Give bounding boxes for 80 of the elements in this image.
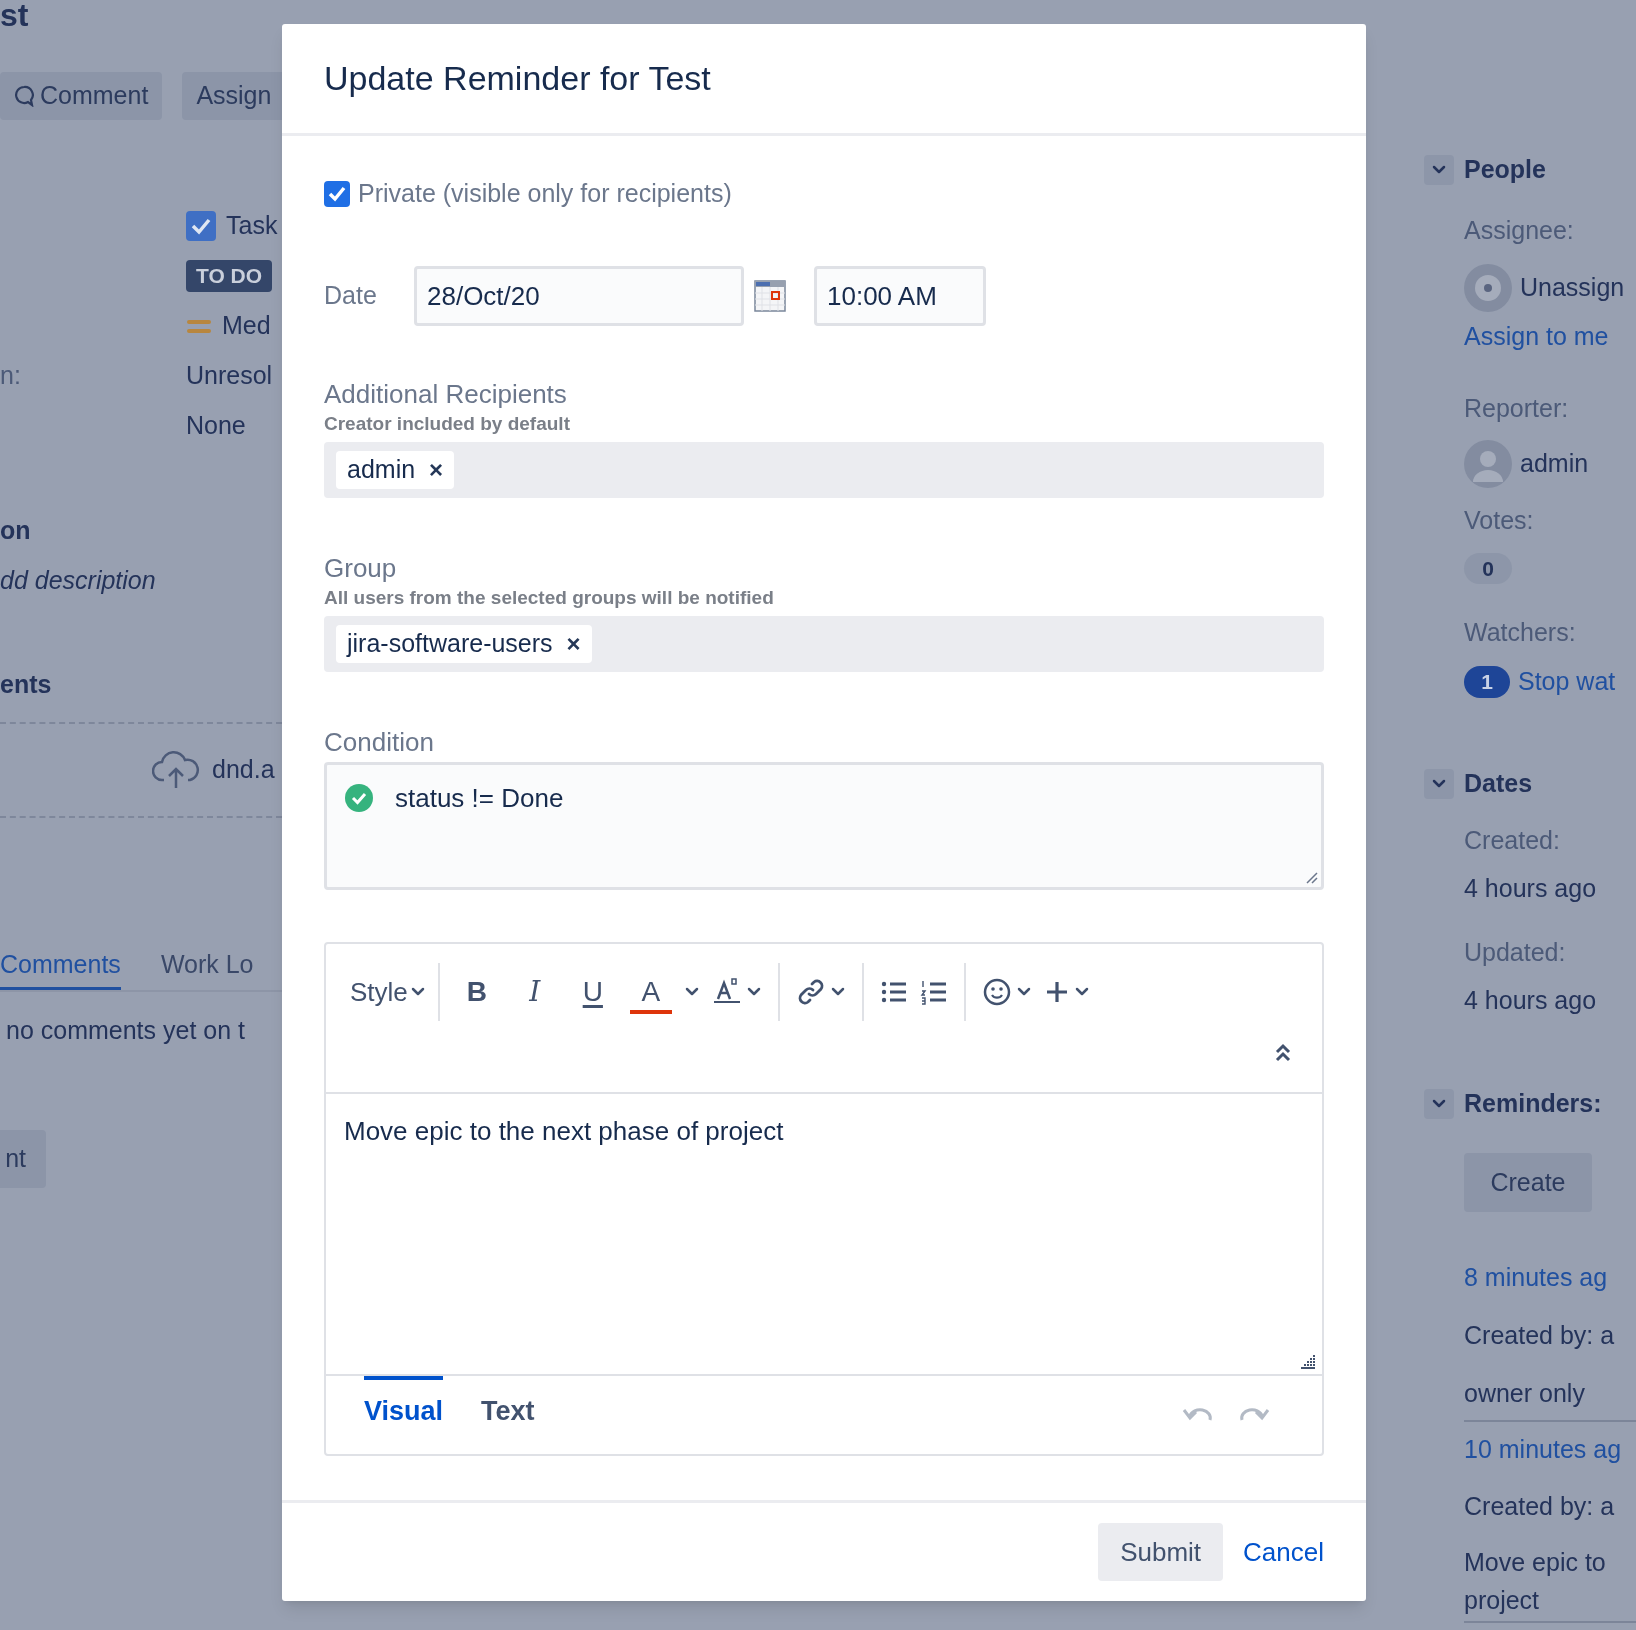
editor-mode-tab[interactable]: Visual [364, 1376, 444, 1434]
status-lozenge: TO DO [186, 260, 273, 292]
resize-handle-icon [1304, 870, 1318, 884]
user-avatar-icon [1464, 440, 1512, 488]
speech-bubble-icon [14, 85, 34, 107]
comment-button[interactable]: nt [0, 1130, 46, 1188]
tag-label: admin [347, 454, 416, 486]
cancel-link[interactable]: Cancel [1243, 1523, 1324, 1581]
unassigned-avatar-icon [1464, 264, 1512, 312]
submit-button[interactable]: Submit [1098, 1523, 1224, 1581]
field-label: Additional Recipients [324, 378, 568, 411]
create-reminder-button[interactable]: Create [1464, 1153, 1592, 1212]
remove-tag-button[interactable]: × [429, 458, 444, 482]
date-value: 4 hours ago [1464, 985, 1598, 1016]
field-label: Reporter: [1464, 393, 1570, 424]
watcher-count: 1 [1464, 666, 1510, 698]
task-type-icon [186, 211, 216, 241]
editor-mode-tab[interactable]: Text [481, 1376, 535, 1434]
condition-text: status != Done [395, 782, 564, 814]
page-title: st [0, 0, 30, 30]
reminder-text: owner only [1464, 1378, 1586, 1409]
toolbar-button[interactable]: Assign [182, 72, 282, 120]
checkbox-label: Private (visible only for recipients) [358, 178, 732, 210]
italic-button[interactable]: I [513, 970, 556, 1014]
remove-tag-button[interactable]: × [566, 632, 581, 656]
date-field[interactable]: 28/Oct/20 [414, 266, 744, 326]
field-label: Updated: [1464, 937, 1567, 968]
bold-button[interactable]: B [455, 970, 498, 1014]
field-label: Votes: [1464, 505, 1535, 536]
field-label: Created: [1464, 825, 1561, 856]
vote-count: 0 [1464, 553, 1512, 584]
assignee-name: Unassign [1520, 272, 1625, 304]
reminder-text: Move epic to project [1464, 1547, 1607, 1616]
resize-handle-icon [1300, 1354, 1316, 1370]
double-chevron-up-icon [1274, 1042, 1292, 1064]
section-toggle[interactable] [1424, 1089, 1454, 1119]
time-field[interactable]: 10:00 AM [814, 266, 986, 326]
checkmark-icon [328, 186, 346, 202]
section-heading: People [1464, 154, 1546, 186]
section-heading: Reminders: [1464, 1088, 1602, 1120]
comment-button[interactable]: Comment [0, 72, 163, 120]
text-color-button[interactable]: A [629, 970, 672, 1014]
editor-text: Move epic to the next phase of project [344, 1115, 785, 1148]
section-toggle[interactable] [1424, 155, 1454, 185]
section-heading: ents [0, 669, 53, 700]
drop-zone-text: dnd.a [212, 754, 275, 786]
smiley-icon [981, 977, 1012, 1007]
tag-input-field[interactable]: jira-software-users × [324, 616, 1324, 672]
priority-value: Med [222, 310, 271, 342]
field-value: None [186, 410, 246, 442]
date-value: 4 hours ago [1464, 873, 1598, 904]
issue-type: Task [226, 210, 278, 242]
help-text: All users from the selected groups will be notified [324, 586, 775, 610]
style-dropdown[interactable]: Style [348, 970, 428, 1014]
numbered-list-icon [919, 979, 948, 1005]
field-value: Unresol [186, 360, 273, 392]
reminder-creator: Created by: a [1464, 1320, 1616, 1351]
tag-input-field[interactable]: admin × [324, 442, 1324, 498]
cloud-upload-icon [152, 750, 200, 790]
section-heading: on [0, 515, 32, 546]
tag-label: jira-software-users [347, 628, 553, 660]
section-toggle[interactable] [1424, 769, 1454, 799]
underline-button[interactable]: U [571, 970, 614, 1014]
help-text: Creator included by default [324, 412, 571, 436]
section-heading: Dates [1464, 768, 1533, 800]
dialog-title: Update Reminder for Test [324, 58, 711, 99]
calendar-icon [754, 280, 786, 312]
activity-message: no comments yet on t [5, 1015, 246, 1046]
bullet-list-icon [879, 979, 908, 1005]
private-checkbox[interactable] [324, 181, 350, 207]
condition-field[interactable]: status != Done [324, 762, 1324, 890]
reminder-creator: Created by: a [1464, 1491, 1616, 1522]
field-label: Condition [324, 726, 435, 759]
field-label: n: [0, 360, 21, 392]
field-label: Assignee: [1464, 215, 1575, 246]
field-label: Watchers: [1464, 617, 1577, 648]
description-prompt: dd description [0, 565, 157, 596]
reporter-name: admin [1520, 448, 1589, 480]
field-label: Date [324, 280, 378, 312]
field-label: Group [324, 552, 398, 585]
